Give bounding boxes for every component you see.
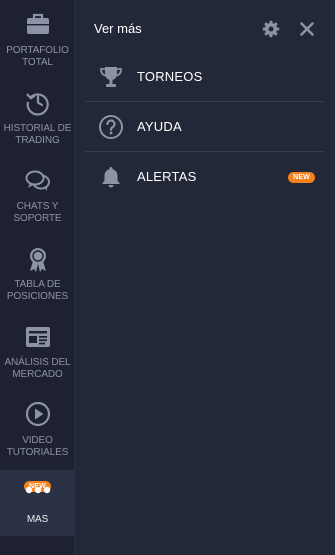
sidebar-item-label: PORTAFOLIO TOTAL (6, 45, 69, 68)
sidebar-item-label: HISTORIAL DE TRADING (3, 123, 72, 146)
medal-icon (29, 248, 46, 272)
close-icon[interactable] (299, 21, 315, 37)
sidebar-item-portafolio[interactable]: PORTAFOLIO TOTAL (0, 0, 75, 78)
history-icon (25, 93, 49, 116)
more-dots-icon (25, 486, 50, 494)
sidebar-item-analisis[interactable]: ANÁLISIS DEL MERCADO (0, 312, 75, 390)
sidebar-item-label: TABLA DE POSICIONES (6, 279, 69, 302)
menu-item-ayuda[interactable]: AYUDA (85, 102, 324, 152)
sidebar-item-label: MAS (26, 514, 49, 525)
gear-icon[interactable] (262, 20, 280, 38)
play-icon (25, 401, 50, 427)
sidebar-item-video[interactable]: VIDEO TUTORIALES (0, 390, 75, 470)
panel-title: Ver más (94, 21, 142, 36)
trophy-icon (100, 67, 122, 87)
menu-item-label: TORNEOS (137, 69, 203, 84)
menu-item-label: AYUDA (137, 119, 182, 134)
sidebar-item-label: ANÁLISIS DEL MERCADO (4, 357, 71, 380)
sidebar-item-historial[interactable]: HISTORIAL DE TRADING (0, 78, 75, 156)
sidebar-item-label: CHATS Y SOPORTE (13, 201, 62, 224)
sidebar-item-label: VIDEO TUTORIALES (6, 435, 69, 458)
app-window: PORTAFOLIO TOTAL HISTORIAL DE TRADING CH… (0, 0, 335, 555)
new-badge: NEW (288, 172, 315, 183)
sidebar: PORTAFOLIO TOTAL HISTORIAL DE TRADING CH… (0, 0, 75, 555)
menu-item-label: ALERTAS (137, 169, 197, 184)
more-panel: Ver más TORNEOS AYUDA ALERTAS NEW (75, 0, 335, 555)
bell-icon (102, 167, 120, 188)
sidebar-item-tabla[interactable]: TABLA DE POSICIONES (0, 234, 75, 312)
sidebar-item-mas[interactable]: NEW MAS (0, 470, 75, 536)
chat-icon (25, 170, 50, 191)
menu-item-alertas[interactable]: ALERTAS NEW (85, 152, 324, 202)
briefcase-icon (26, 13, 49, 34)
help-circle-icon (99, 115, 123, 139)
sidebar-item-chats[interactable]: CHATS Y SOPORTE (0, 156, 75, 234)
newspaper-icon (25, 327, 50, 347)
menu-item-torneos[interactable]: TORNEOS (85, 52, 324, 102)
